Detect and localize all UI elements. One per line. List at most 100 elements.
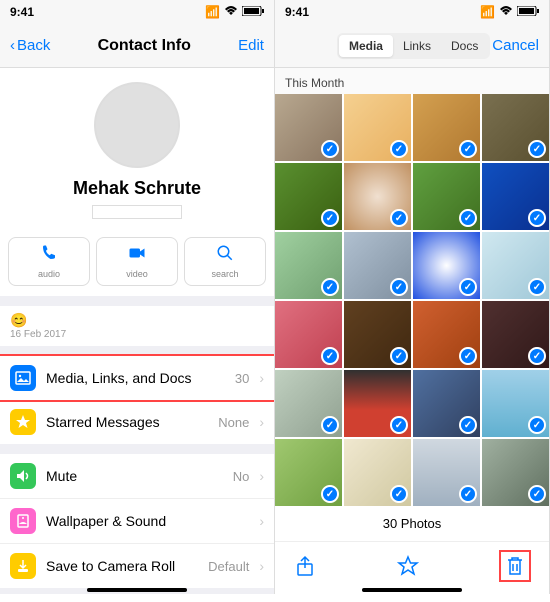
- check-icon: [459, 278, 477, 296]
- signal-icon: 📶: [480, 5, 495, 19]
- check-icon: [528, 278, 546, 296]
- photo-thumb[interactable]: [275, 232, 342, 299]
- photo-thumb[interactable]: [413, 370, 480, 437]
- status-placeholder: [92, 205, 182, 219]
- section-header: This Month: [275, 68, 549, 94]
- wallpaper-icon: [10, 508, 36, 534]
- left-phone: 9:41 📶 ‹ Back Contact Info Edit Mehak Sc…: [0, 0, 275, 594]
- photo-thumb[interactable]: [482, 232, 549, 299]
- tab-media[interactable]: Media: [339, 35, 393, 57]
- edit-button[interactable]: Edit: [238, 37, 264, 54]
- check-icon: [528, 347, 546, 365]
- wifi-icon: [224, 5, 238, 19]
- date-text: 16 Feb 2017: [10, 329, 264, 340]
- photo-thumb[interactable]: [344, 232, 411, 299]
- cancel-button[interactable]: Cancel: [492, 37, 539, 54]
- photo-thumb[interactable]: [413, 232, 480, 299]
- contact-name: Mehak Schrute: [10, 178, 264, 199]
- photo-thumb[interactable]: [413, 439, 480, 506]
- action-buttons: audio video search: [0, 227, 274, 296]
- photo-thumb[interactable]: [344, 301, 411, 368]
- starred-messages-row[interactable]: Starred Messages None ›: [0, 400, 274, 444]
- status-bar: 9:41 📶: [275, 0, 549, 24]
- photo-grid: [275, 94, 549, 506]
- photo-thumb[interactable]: [275, 439, 342, 506]
- chevron-right-icon: ›: [259, 468, 264, 484]
- check-icon: [321, 347, 339, 365]
- audio-button[interactable]: audio: [8, 237, 90, 286]
- media-grid-content: This Month 30 Phot: [275, 68, 549, 594]
- share-button[interactable]: [293, 554, 317, 578]
- tab-docs[interactable]: Docs: [441, 35, 488, 57]
- check-icon: [528, 209, 546, 227]
- photo-count: 30 Photos: [275, 506, 549, 541]
- check-icon: [390, 209, 408, 227]
- mute-row[interactable]: Mute No ›: [0, 454, 274, 499]
- chevron-right-icon: ›: [259, 414, 264, 430]
- photo-thumb[interactable]: [482, 94, 549, 161]
- check-icon: [321, 278, 339, 296]
- video-button[interactable]: video: [96, 237, 178, 286]
- check-icon: [459, 416, 477, 434]
- check-icon: [390, 485, 408, 503]
- wifi-icon: [499, 5, 513, 19]
- contact-info-content: Mehak Schrute audio video search 😊 16 Fe…: [0, 68, 274, 594]
- check-icon: [459, 140, 477, 158]
- photo-thumb[interactable]: [275, 94, 342, 161]
- photo-thumb[interactable]: [344, 94, 411, 161]
- photo-thumb[interactable]: [344, 163, 411, 230]
- photo-thumb[interactable]: [482, 370, 549, 437]
- check-icon: [390, 347, 408, 365]
- star-button[interactable]: [396, 554, 420, 578]
- photo-thumb[interactable]: [275, 163, 342, 230]
- check-icon: [321, 485, 339, 503]
- speaker-icon: [10, 463, 36, 489]
- trash-highlight: [499, 550, 531, 582]
- download-icon: [10, 553, 36, 579]
- tab-links[interactable]: Links: [393, 35, 441, 57]
- back-button[interactable]: ‹ Back: [10, 37, 50, 54]
- photo-thumb[interactable]: [482, 301, 549, 368]
- nav-title: Contact Info: [98, 37, 191, 55]
- chevron-left-icon: ‹: [10, 37, 15, 54]
- photo-thumb[interactable]: [482, 163, 549, 230]
- check-icon: [459, 485, 477, 503]
- status-time: 9:41: [10, 5, 34, 19]
- battery-icon: [517, 5, 539, 19]
- media-starred-section: Media, Links, and Docs 30 › Starred Mess…: [0, 354, 274, 444]
- status-bar: 9:41 📶: [0, 0, 274, 24]
- photo-thumb[interactable]: [413, 163, 480, 230]
- check-icon: [321, 209, 339, 227]
- check-icon: [390, 278, 408, 296]
- photo-thumb[interactable]: [275, 301, 342, 368]
- photo-thumb[interactable]: [344, 439, 411, 506]
- photo-thumb[interactable]: [275, 370, 342, 437]
- photo-thumb[interactable]: [482, 439, 549, 506]
- signal-icon: 📶: [205, 5, 220, 19]
- check-icon: [459, 209, 477, 227]
- media-links-docs-row[interactable]: Media, Links, and Docs 30 ›: [0, 354, 274, 402]
- search-button[interactable]: search: [184, 237, 266, 286]
- photo-thumb[interactable]: [344, 370, 411, 437]
- battery-icon: [242, 5, 264, 19]
- avatar[interactable]: [94, 82, 180, 168]
- check-icon: [528, 140, 546, 158]
- right-phone: 9:41 📶 Media Links Docs Cancel This Mont…: [275, 0, 550, 594]
- emoji-status: 😊: [10, 312, 264, 329]
- camera-roll-row[interactable]: Save to Camera Roll Default ›: [0, 544, 274, 588]
- chevron-right-icon: ›: [259, 558, 264, 574]
- check-icon: [321, 416, 339, 434]
- star-icon: [10, 409, 36, 435]
- chevron-right-icon: ›: [259, 513, 264, 529]
- check-icon: [459, 347, 477, 365]
- photo-thumb[interactable]: [413, 301, 480, 368]
- settings-section: Mute No › Wallpaper & Sound › Save to Ca…: [0, 454, 274, 588]
- wallpaper-row[interactable]: Wallpaper & Sound ›: [0, 499, 274, 544]
- status-time: 9:41: [285, 5, 309, 19]
- home-indicator[interactable]: [87, 588, 187, 592]
- trash-button[interactable]: [503, 554, 527, 578]
- chevron-right-icon: ›: [259, 370, 264, 386]
- home-indicator[interactable]: [362, 588, 462, 592]
- photo-thumb[interactable]: [413, 94, 480, 161]
- photo-icon: [10, 365, 36, 391]
